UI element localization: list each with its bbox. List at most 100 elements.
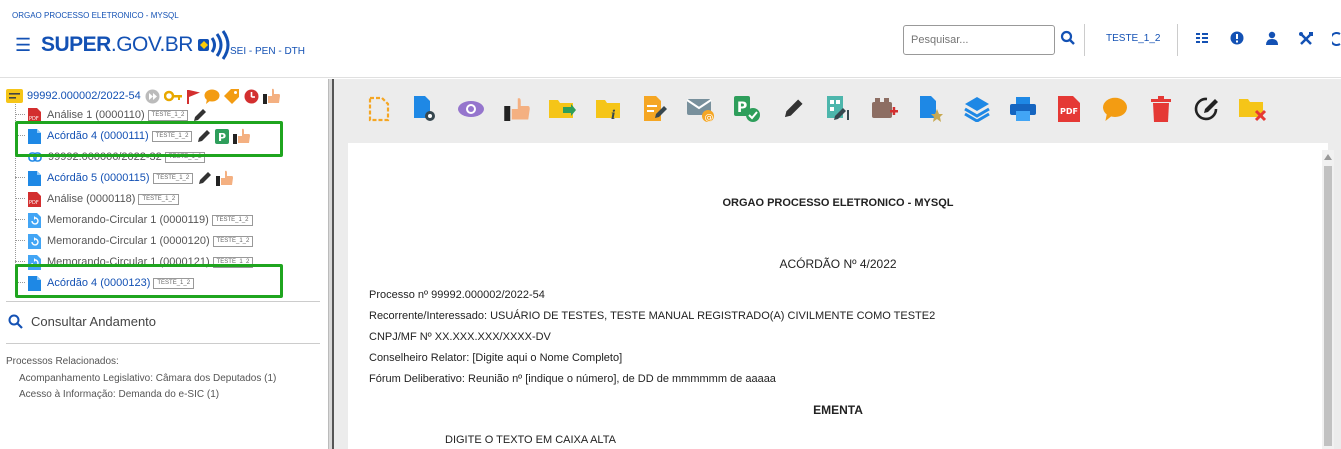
tree-connector	[15, 135, 25, 136]
document-scrollbar[interactable]	[1322, 150, 1334, 449]
key-icon[interactable]	[163, 89, 182, 103]
search-icon[interactable]	[1060, 30, 1076, 46]
flag-icon[interactable]	[186, 89, 200, 104]
search-icon	[8, 314, 23, 329]
alert-icon[interactable]	[1230, 31, 1244, 45]
toolbar-button[interactable]	[816, 91, 862, 127]
header: ORGAO PROCESSO ELETRONICO - MYSQL ☰ SUPE…	[0, 0, 1341, 78]
toolbar-button[interactable]: P	[724, 91, 770, 127]
tree-item[interactable]: PDF Análise 1 (0000110) TESTE_1_2	[28, 106, 207, 124]
menu-button[interactable]: ☰	[15, 35, 31, 56]
divider	[6, 301, 320, 302]
toolbar-button[interactable]	[862, 91, 908, 127]
toolbar-button[interactable]: @	[678, 91, 724, 127]
search-input[interactable]	[903, 25, 1055, 55]
doc-org-header: ORGAO PROCESSO ELETRONICO - MYSQL	[722, 197, 954, 209]
tree-connector	[15, 156, 25, 157]
tree-item-label[interactable]: Análise (0000118)	[47, 193, 135, 205]
doc-process-number: Processo nº 99992.000002/2022-54	[369, 289, 545, 301]
header-divider	[1177, 24, 1178, 56]
toolbar-button[interactable]	[1092, 91, 1138, 127]
send-email-icon: @	[687, 99, 714, 122]
svg-text:PDF: PDF	[1060, 107, 1078, 116]
tree-connector	[15, 198, 25, 199]
tree-item[interactable]: Memorando-Circular 1 (0000120) TESTE_1_2	[28, 232, 254, 250]
toolbar-button[interactable]: PDF	[1046, 91, 1092, 127]
comment-icon[interactable]	[204, 89, 220, 104]
scroll-up-arrow[interactable]	[1324, 154, 1332, 160]
related-process-item[interactable]: Acesso à Informação: Demanda do e-SIC (1…	[19, 389, 219, 400]
logo[interactable]: SUPER.GOV.BR	[41, 30, 232, 60]
user-tag: TESTE_1_2	[212, 235, 254, 247]
print-icon	[1010, 97, 1036, 121]
tree-item-label[interactable]: Memorando-Circular 1 (0000120)	[47, 235, 210, 247]
tree-item-label[interactable]: Acórdão 5 (0000115)	[47, 172, 150, 184]
tree-item[interactable]: Acórdão 4 (0000123) TESTE_1_2	[28, 274, 195, 292]
toolbar-button[interactable]	[356, 91, 402, 127]
toolbar-button[interactable]	[448, 91, 494, 127]
toolbar-button[interactable]	[770, 91, 816, 127]
toolbar-button[interactable]	[1230, 91, 1276, 127]
document-toolbar: i @ P PDF	[356, 91, 1276, 127]
tree-connector	[15, 177, 25, 178]
scroll-thumb[interactable]	[1324, 166, 1332, 446]
tree-item-label[interactable]: 99992.000006/2022-32	[48, 151, 162, 163]
user-name[interactable]: TESTE_1_2	[1106, 33, 1160, 44]
published-icon[interactable]: P	[215, 128, 230, 144]
tree-item[interactable]: PDF Análise (0000118) TESTE_1_2	[28, 190, 180, 208]
toolbar-button[interactable]	[954, 91, 1000, 127]
assignment-hand-icon[interactable]	[233, 128, 251, 144]
tree-item[interactable]: Memorando-Circular 1 (0000119) TESTE_1_2	[28, 211, 253, 229]
toolbar-button[interactable]	[632, 91, 678, 127]
tree-connector	[15, 114, 25, 115]
tree-item[interactable]: Memorando-Circular 1 (0000121) TESTE_1_2	[28, 253, 254, 271]
tree-item-label[interactable]: Acórdão 4 (0000123)	[47, 277, 150, 289]
tree-item[interactable]: Acórdão 4 (0000111) TESTE_1_2 P	[28, 127, 251, 145]
document-star-icon	[920, 96, 943, 122]
header-divider	[1084, 24, 1085, 56]
toolbar-button[interactable]	[1000, 91, 1046, 127]
tree-root-label[interactable]: 99992.000002/2022-54	[27, 90, 141, 102]
related-process-item[interactable]: Acompanhamento Legislativo: Câmara dos D…	[19, 373, 276, 384]
assignment-hand-icon[interactable]	[216, 170, 234, 186]
sign-pen-icon	[784, 99, 803, 118]
toolbar-button[interactable]	[402, 91, 448, 127]
related-processes-title: Processos Relacionados:	[6, 356, 119, 367]
toolbar-button[interactable]: i	[586, 91, 632, 127]
divider	[6, 343, 320, 344]
toolbar-button[interactable]	[1184, 91, 1230, 127]
tools-icon[interactable]	[1298, 31, 1314, 47]
toolbar-button[interactable]	[908, 91, 954, 127]
block-add-icon	[872, 98, 898, 118]
sign-pen-icon[interactable]	[196, 129, 211, 144]
user-icon[interactable]	[1265, 31, 1279, 45]
doc-interested-party: Recorrente/Interessado: USUÁRIO DE TESTE…	[369, 310, 936, 322]
tree-item-label[interactable]: Análise 1 (0000110)	[47, 109, 145, 121]
assignment-hand-icon[interactable]	[262, 88, 280, 104]
toolbar-button[interactable]	[1138, 91, 1184, 127]
document-settings-icon	[414, 96, 435, 121]
process-tree-panel: 99992.000002/2022-54 PDF Análise 1 (0000…	[0, 79, 328, 449]
toolbar-button[interactable]	[494, 91, 540, 127]
doc-reporter: Conselheiro Relator: [Digite aqui o Nome…	[369, 352, 623, 364]
consult-history-label[interactable]: Consultar Andamento	[31, 314, 156, 329]
sign-pen-icon[interactable]	[192, 108, 207, 123]
exit-icon[interactable]	[1332, 31, 1341, 47]
user-tag: TESTE_1_2	[151, 130, 193, 142]
sign-check-icon: P	[734, 96, 760, 122]
consult-history-link[interactable]: Consultar Andamento	[8, 314, 156, 329]
tree-item-label[interactable]: Memorando-Circular 1 (0000119)	[47, 214, 209, 226]
tree-item-label[interactable]: Acórdão 4 (0000111)	[47, 130, 149, 142]
tree-item[interactable]: Acórdão 5 (0000115) TESTE_1_2	[28, 169, 234, 187]
deadline-clock-icon[interactable]	[244, 89, 259, 104]
tree-root[interactable]: 99992.000002/2022-54	[6, 87, 280, 105]
toolbar-button[interactable]	[540, 91, 586, 127]
tree-item-label[interactable]: Memorando-Circular 1 (0000121)	[47, 256, 210, 268]
units-list-icon[interactable]	[1195, 31, 1209, 45]
tree-connector	[15, 219, 25, 220]
document-viewer[interactable]: ORGAO PROCESSO ELETRONICO - MYSQL ACÓRDÃ…	[348, 143, 1328, 449]
sign-pen-icon[interactable]	[197, 171, 212, 186]
tag-icon[interactable]	[223, 88, 240, 104]
forward-icon[interactable]	[145, 89, 160, 104]
tree-item[interactable]: 99992.000006/2022-32 TESTE_1_2	[28, 148, 206, 166]
